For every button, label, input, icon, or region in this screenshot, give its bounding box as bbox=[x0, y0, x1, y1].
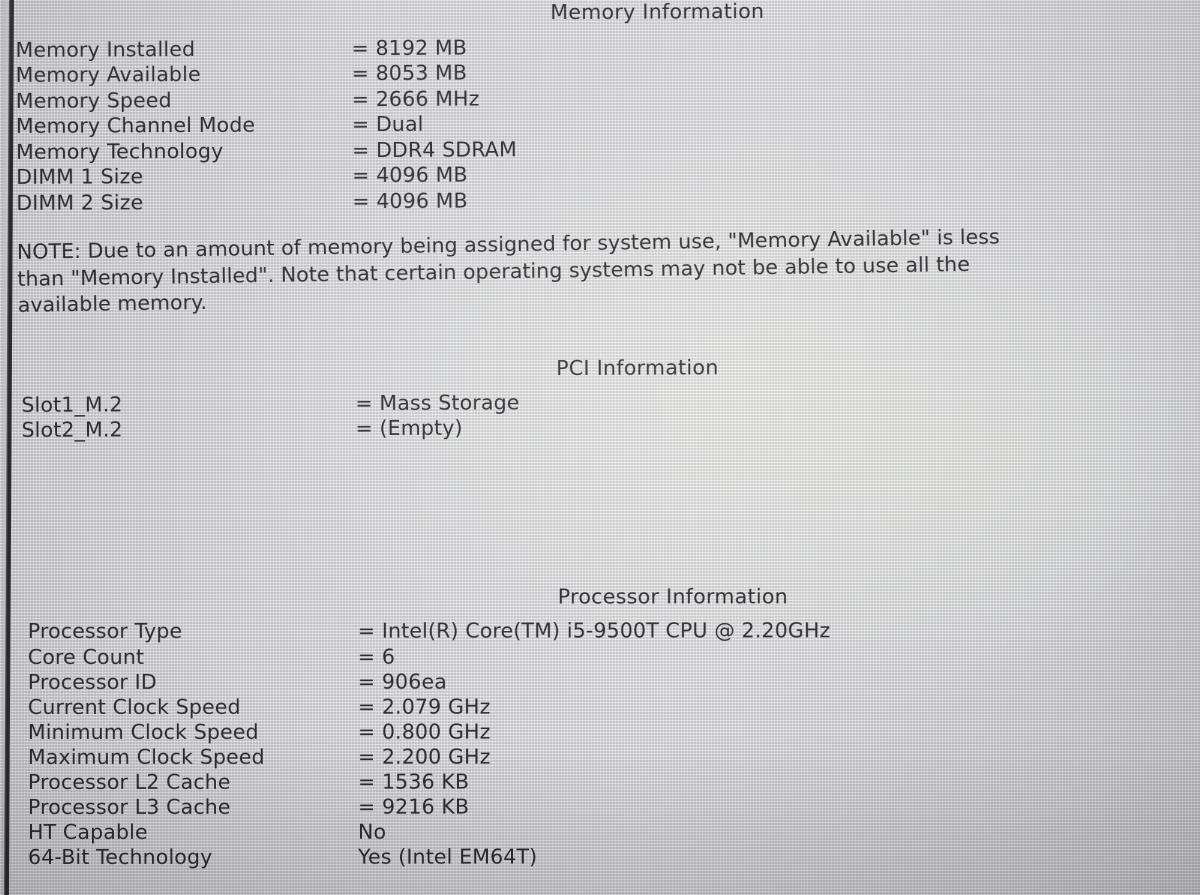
row-label: Memory Technology bbox=[15, 138, 224, 164]
row-value: = 2.079 GHz bbox=[357, 694, 491, 719]
row-value: = 4096 MB bbox=[352, 188, 468, 214]
row-value: = DDR4 SDRAM bbox=[351, 137, 517, 163]
row-label: 64-Bit Technology bbox=[28, 844, 213, 869]
row-value: = (Empty) bbox=[355, 415, 463, 441]
memory-note-text: NOTE: Due to an amount of memory being a… bbox=[17, 223, 1001, 318]
row-label: Maximum Clock Speed bbox=[27, 744, 265, 769]
row-label: Processor L3 Cache bbox=[27, 794, 231, 819]
row-label: Slot2_M.2 bbox=[21, 417, 123, 442]
row-label: Memory Channel Mode bbox=[15, 112, 256, 138]
bios-system-information-screen: Memory Information Memory Installed = 81… bbox=[0, 0, 1200, 895]
row-value: = 8053 MB bbox=[351, 60, 468, 86]
row-label: Memory Speed bbox=[15, 88, 172, 113]
row-label: Core Count bbox=[27, 644, 145, 669]
row-value: = 0.800 GHz bbox=[357, 719, 491, 744]
row-value: Yes (Intel EM64T) bbox=[358, 844, 538, 869]
row-value: = 4096 MB bbox=[352, 162, 468, 188]
row-label: Memory Available bbox=[15, 61, 201, 87]
row-value: No bbox=[357, 819, 387, 844]
row-label: Current Clock Speed bbox=[27, 694, 241, 719]
row-label: Processor L2 Cache bbox=[27, 769, 231, 794]
row-label: DIMM 2 Size bbox=[16, 190, 144, 215]
row-label: Slot1_M.2 bbox=[21, 392, 123, 417]
row-label: Processor Type bbox=[27, 618, 183, 643]
row-label: Minimum Clock Speed bbox=[27, 719, 259, 744]
row-label: Memory Installed bbox=[15, 36, 196, 62]
row-value: = 2666 MHz bbox=[351, 86, 480, 112]
row-value: = 8192 MB bbox=[351, 35, 468, 61]
row-label: Processor ID bbox=[27, 669, 157, 694]
row-label: HT Capable bbox=[27, 819, 148, 844]
processor-information-heading: Processor Information bbox=[557, 584, 789, 609]
row-value: = 6 bbox=[357, 644, 396, 669]
row-value: = Mass Storage bbox=[355, 390, 520, 416]
row-label: DIMM 1 Size bbox=[16, 164, 144, 189]
memory-information-heading: Memory Information bbox=[550, 0, 765, 25]
row-value: = Dual bbox=[351, 111, 424, 137]
row-value: = 906ea bbox=[357, 669, 447, 694]
row-value: = Intel(R) Core(TM) i5-9500T CPU @ 2.20G… bbox=[357, 618, 831, 643]
row-value: = 2.200 GHz bbox=[357, 744, 491, 769]
row-value: = 9216 KB bbox=[357, 794, 470, 819]
pci-information-heading: PCI Information bbox=[556, 355, 719, 381]
row-value: = 1536 KB bbox=[357, 769, 470, 794]
